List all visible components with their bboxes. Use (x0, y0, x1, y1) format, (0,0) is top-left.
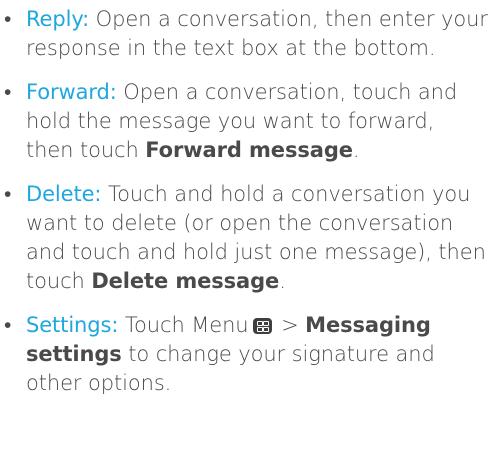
term-forward: Forward: (26, 80, 117, 104)
list-item-settings: • Settings: Touch Menu > Messaging setti… (0, 311, 488, 398)
term-delete: Delete: (26, 182, 102, 206)
bullet: • (4, 313, 12, 337)
bullet: • (4, 182, 12, 206)
forward-message-label: Forward message (145, 138, 353, 162)
settings-text: Touch Menu (118, 313, 249, 337)
list-item-forward: • Forward: Open a conversation, touch an… (0, 78, 488, 165)
delete-message-label: Delete message (91, 269, 280, 293)
bullet: • (4, 7, 12, 31)
term-settings: Settings: (26, 313, 119, 337)
menu-key-icon (252, 318, 272, 334)
reply-text: Open a conversation, then enter your res… (26, 7, 488, 60)
bullet: • (4, 80, 12, 104)
list-item-delete: • Delete: Touch and hold a conversation … (0, 180, 488, 296)
delete-end: . (279, 269, 286, 293)
instruction-list: • Reply: Open a conversation, then enter… (0, 0, 488, 398)
term-reply: Reply: (26, 7, 90, 31)
forward-end: . (352, 138, 360, 162)
settings-separator: > (274, 313, 306, 337)
list-item-reply: • Reply: Open a conversation, then enter… (0, 0, 488, 63)
